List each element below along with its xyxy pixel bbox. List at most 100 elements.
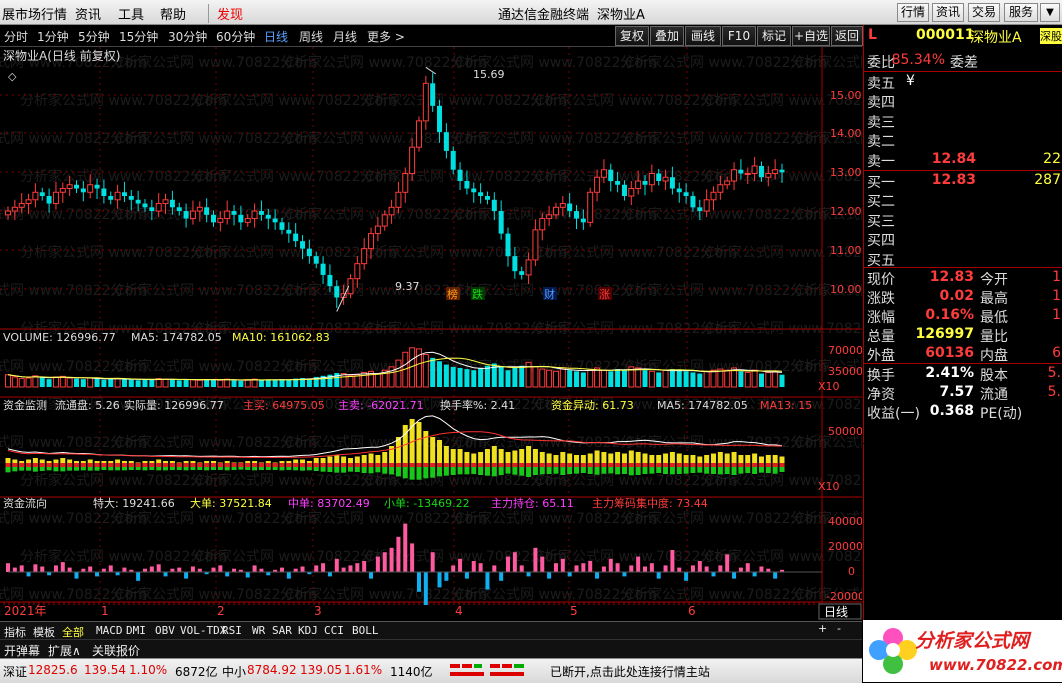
btn-quote[interactable]: 行情 — [897, 3, 929, 22]
fund-red-bar — [574, 463, 580, 467]
flow-bar — [67, 567, 72, 572]
flow-bar — [759, 566, 764, 572]
fund-sell-bar — [12, 467, 18, 472]
close-panel-icon[interactable]: ◇ — [8, 70, 17, 83]
candle-body — [512, 256, 518, 272]
indicator-tab[interactable]: VOL-TDX — [180, 624, 226, 637]
indicator-tab[interactable]: 模板 — [33, 624, 55, 640]
fund-red-bar — [649, 463, 655, 467]
period-5min[interactable]: 5分钟 — [78, 28, 110, 45]
tool-fuquan[interactable]: 复权 — [615, 26, 649, 46]
menu-market[interactable]: 展市场行情 — [2, 4, 67, 23]
indicator-tab[interactable]: 指标 — [4, 624, 26, 640]
fund-red-bar — [594, 463, 600, 467]
volume-bar — [765, 371, 772, 388]
volume-bar — [204, 379, 210, 387]
menu-discover[interactable]: 发现 — [208, 4, 243, 23]
indicator-tab[interactable]: 全部 — [62, 624, 84, 640]
period-more[interactable]: 更多 > — [367, 28, 405, 45]
tool-diejia[interactable]: 叠加 — [650, 26, 684, 46]
tool-huaxian[interactable]: 画线 — [685, 26, 721, 46]
sz-change: 139.54 — [84, 663, 126, 677]
fund-red-bar — [217, 463, 223, 467]
marker-cai[interactable]: 财 — [544, 287, 555, 301]
zoom-in-icon[interactable]: + — [818, 622, 827, 635]
candle-body — [39, 192, 45, 197]
indicator-tab[interactable]: BOLL — [352, 624, 379, 637]
kline-chart[interactable]: 分析家公式网 www.70822.Com分析家公式网 www.70822.Com… — [0, 47, 862, 620]
marker-die[interactable]: 跌 — [472, 287, 483, 301]
candle-body — [155, 203, 162, 212]
btn-info[interactable]: 资讯 — [932, 3, 964, 22]
fund-sell-bar — [731, 467, 737, 475]
btn-service[interactable]: 服务 — [1004, 3, 1038, 22]
menu-tools[interactable]: 工具 — [118, 4, 144, 23]
volume-bar — [738, 371, 744, 387]
zx-label[interactable]: 中小 — [222, 663, 246, 680]
candle-body — [251, 210, 258, 220]
btn-danmu[interactable]: 开弹幕 — [4, 642, 40, 659]
flow-bar — [526, 572, 531, 577]
flow-bar — [334, 558, 339, 572]
quote-tag[interactable]: 深股 — [1040, 28, 1062, 44]
indicator-tab[interactable]: CCI — [324, 624, 344, 637]
fund-red-bar — [382, 463, 388, 467]
fund-sell-bar — [190, 467, 196, 470]
flow-bar — [122, 567, 127, 572]
indicator-tab[interactable]: DMI — [126, 624, 146, 637]
flow-bar — [156, 564, 161, 572]
candle-body — [532, 229, 539, 261]
flow-bar — [663, 565, 668, 572]
menu-dropdown-icon[interactable]: ▼ — [1040, 3, 1060, 22]
candle-body — [615, 181, 621, 185]
fund-sell-bar — [608, 467, 614, 474]
btn-trade[interactable]: 交易 — [968, 3, 1000, 22]
fund-sell-bar — [204, 467, 210, 471]
period-15min[interactable]: 15分钟 — [119, 28, 158, 45]
flow-bar — [690, 565, 695, 572]
fund-red-bar — [491, 463, 497, 467]
fund-sell-bar — [382, 467, 388, 474]
buy-label: 买三 — [867, 213, 895, 230]
candle-body — [422, 82, 429, 122]
btn-related-quote[interactable]: 关联报价 — [92, 642, 140, 659]
period-weekly[interactable]: 周线 — [299, 28, 323, 45]
indicator-tab[interactable]: WR — [252, 624, 265, 637]
tool-f10[interactable]: F10 — [722, 26, 756, 46]
marker-zhang[interactable]: 涨 — [599, 288, 610, 301]
btn-expand[interactable]: 扩展∧ — [48, 642, 81, 659]
period-30min[interactable]: 30分钟 — [168, 28, 207, 45]
fund-sell-bar — [293, 467, 299, 471]
tool-biaoji[interactable]: 标记 — [757, 26, 791, 46]
connection-message[interactable]: 已断开,点击此处连接行情主站 — [550, 663, 710, 680]
tool-back[interactable]: 返回 — [831, 26, 863, 46]
menu-news[interactable]: 资讯 — [75, 4, 101, 23]
chart-area[interactable]: 分析家公式网 www.70822.Com分析家公式网 www.70822.Com… — [0, 47, 862, 620]
period-monthly[interactable]: 月线 — [333, 28, 357, 45]
indicator-tab[interactable]: SAR — [272, 624, 292, 637]
period-daily[interactable]: 日线 — [264, 28, 288, 45]
fund-red-bar — [704, 463, 710, 467]
candle-body — [484, 196, 490, 200]
volume-bar — [724, 369, 731, 388]
tool-add-favorite[interactable]: +自选 — [792, 26, 830, 46]
fund-sell-bar — [676, 467, 682, 474]
indicator-tab[interactable]: OBV — [155, 624, 175, 637]
period-fenshi[interactable]: 分时 — [4, 28, 28, 45]
menu-help[interactable]: 帮助 — [160, 4, 186, 23]
indicator-tab[interactable]: MACD — [96, 624, 123, 637]
indicator-tab[interactable]: RSI — [222, 624, 242, 637]
marker-bang[interactable]: 榜 — [447, 287, 458, 301]
sz-label[interactable]: 深证 — [3, 663, 27, 680]
fund-sell-bar — [539, 467, 545, 475]
period-60min[interactable]: 60分钟 — [216, 28, 255, 45]
candle-body — [758, 165, 764, 178]
candle-body — [395, 191, 402, 208]
indicator-tab[interactable]: KDJ — [298, 624, 318, 637]
fund-red-bar — [745, 463, 751, 467]
zoom-out-icon[interactable]: - — [837, 622, 841, 635]
period-1min[interactable]: 1分钟 — [37, 28, 69, 45]
fund-red-bar — [752, 463, 758, 467]
flow-bar — [149, 566, 154, 572]
price-tick: 11.00 — [830, 244, 862, 257]
